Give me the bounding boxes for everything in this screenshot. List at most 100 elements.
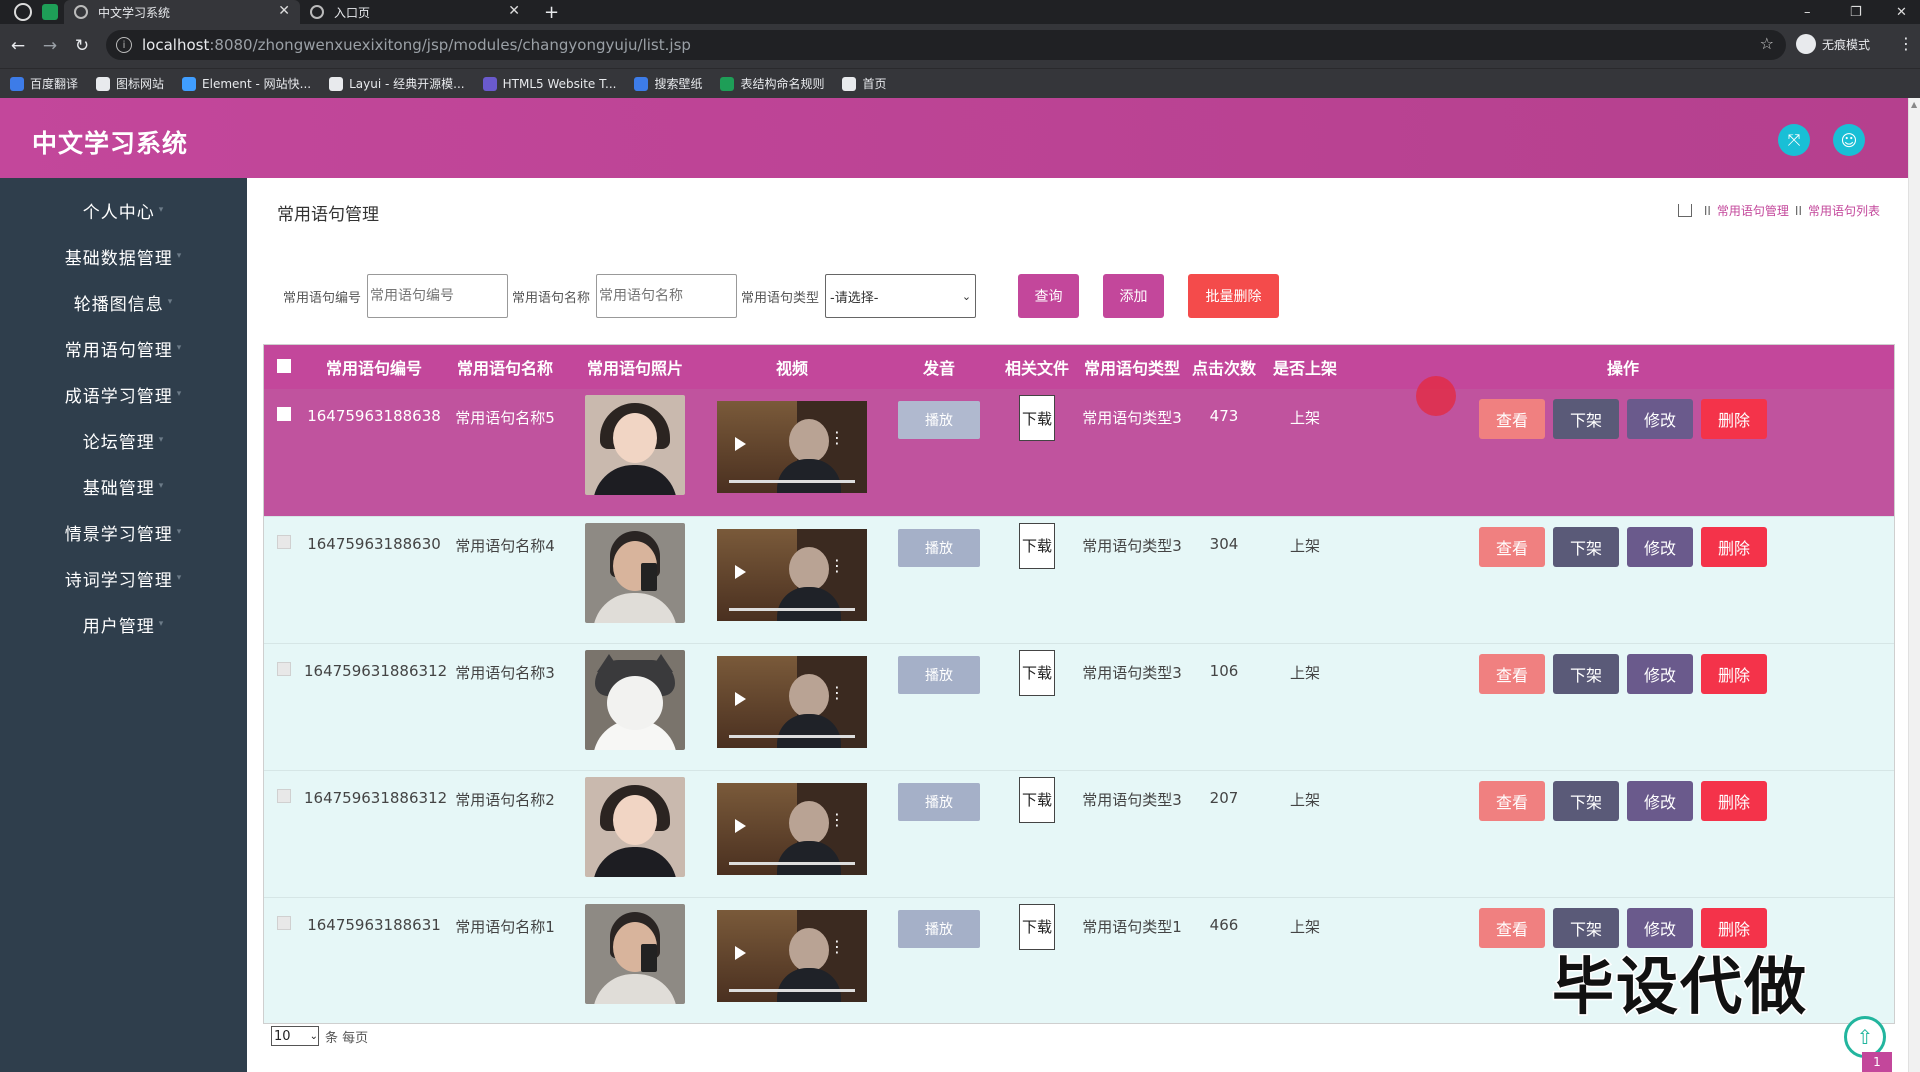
add-button[interactable]: 添加	[1103, 274, 1165, 318]
forward-button[interactable]: →	[34, 36, 66, 56]
photo-thumbnail[interactable]	[585, 522, 685, 623]
more-vertical-icon[interactable]: ⋮	[829, 938, 845, 954]
sidebar-item[interactable]: 常用语句管理 ▾	[0, 325, 247, 371]
view-button[interactable]: 查看	[1479, 780, 1545, 821]
sidebar-item[interactable]: 论坛管理 ▾	[0, 417, 247, 463]
batch-delete-button[interactable]: 批量删除	[1188, 274, 1280, 318]
breadcrumb-item[interactable]: 常用语句列表	[1808, 202, 1880, 219]
play-icon[interactable]	[735, 818, 746, 833]
view-button[interactable]: 查看	[1479, 399, 1545, 439]
table-row[interactable]: 164759631886312 常用语句名称2 ⋮ 播放 下载 常用语句类型3 207 上架 查…	[264, 770, 1894, 897]
video-player[interactable]: ⋮	[717, 655, 867, 748]
close-window-button[interactable]: ✕	[1896, 0, 1907, 24]
off-shelf-button[interactable]: 下架	[1553, 399, 1619, 439]
edit-button[interactable]: 修改	[1627, 780, 1693, 821]
download-button[interactable]: 下载	[1019, 522, 1055, 569]
incognito-indicator[interactable]: 无痕模式	[1796, 34, 1870, 54]
sidebar-item[interactable]: 个人中心 ▾	[0, 187, 247, 233]
bookmark-item[interactable]: 百度翻译	[10, 75, 78, 92]
current-page-number[interactable]: 1	[1862, 1052, 1892, 1072]
page-scrollbar[interactable]: ▲	[1908, 98, 1920, 1072]
bookmark-item[interactable]: 搜索壁纸	[634, 75, 702, 92]
play-audio-button[interactable]: 播放	[898, 782, 980, 821]
sidebar-item[interactable]: 基础数据管理 ▾	[0, 233, 247, 279]
query-button[interactable]: 查询	[1018, 274, 1080, 318]
play-icon[interactable]	[735, 691, 746, 706]
photo-thumbnail[interactable]	[585, 903, 685, 1004]
sidebar-item[interactable]: 成语学习管理 ▾	[0, 371, 247, 417]
play-audio-button[interactable]: 播放	[898, 655, 980, 694]
photo-thumbnail[interactable]	[585, 395, 685, 495]
photo-thumbnail[interactable]	[585, 649, 685, 750]
off-shelf-button[interactable]: 下架	[1553, 780, 1619, 821]
browser-tab[interactable]: 入口页 ✕	[300, 0, 530, 24]
row-checkbox[interactable]	[277, 788, 291, 803]
play-audio-button[interactable]: 播放	[898, 909, 980, 948]
tab-close-icon[interactable]: ✕	[278, 3, 290, 19]
edit-button[interactable]: 修改	[1627, 653, 1693, 694]
bookmark-item[interactable]: 图标网站	[96, 75, 164, 92]
sidebar-item[interactable]: 基础管理 ▾	[0, 463, 247, 509]
more-vertical-icon[interactable]: ⋮	[829, 557, 845, 573]
back-button[interactable]: ←	[2, 36, 34, 56]
download-button[interactable]: 下载	[1019, 776, 1055, 823]
user-icon[interactable]: ☺	[1833, 124, 1865, 156]
sidebar-item[interactable]: 诗词学习管理 ▾	[0, 555, 247, 601]
bookmark-item[interactable]: 表结构命名规则	[720, 75, 824, 92]
table-row[interactable]: 164759631886312 常用语句名称3 ⋮ 播放 下载 常用语句类型3 106 上架 查…	[264, 643, 1894, 770]
minimize-button[interactable]: –	[1804, 0, 1811, 24]
play-icon[interactable]	[735, 437, 746, 451]
download-button[interactable]: 下载	[1019, 395, 1055, 441]
delete-button[interactable]: 删除	[1701, 780, 1767, 821]
bookmark-item[interactable]: 首页	[842, 75, 887, 92]
view-button[interactable]: 查看	[1479, 907, 1545, 948]
row-checkbox[interactable]	[277, 407, 291, 421]
address-bar[interactable]: i localhost :8080/zhongwenxuexixitong/js…	[106, 30, 1786, 60]
browser-menu-icon[interactable]: ⋮	[1898, 34, 1914, 53]
breadcrumb-item[interactable]: 常用语句管理	[1717, 202, 1789, 219]
video-player[interactable]: ⋮	[717, 528, 867, 621]
bookmark-item[interactable]: Layui - 经典开源模...	[329, 75, 465, 92]
view-button[interactable]: 查看	[1479, 526, 1545, 567]
off-shelf-button[interactable]: 下架	[1553, 653, 1619, 694]
video-player[interactable]: ⋮	[717, 401, 867, 493]
sidebar-item[interactable]: 情景学习管理 ▾	[0, 509, 247, 555]
home-icon[interactable]	[1677, 204, 1692, 217]
more-vertical-icon[interactable]: ⋮	[829, 811, 845, 827]
play-icon[interactable]	[735, 945, 746, 960]
delete-button[interactable]: 删除	[1701, 399, 1767, 439]
row-checkbox[interactable]	[277, 534, 291, 549]
more-vertical-icon[interactable]: ⋮	[829, 684, 845, 700]
code-input[interactable]	[367, 274, 509, 318]
tab-close-icon[interactable]: ✕	[508, 3, 520, 19]
row-checkbox[interactable]	[277, 915, 291, 930]
download-button[interactable]: 下载	[1019, 903, 1055, 950]
play-audio-button[interactable]: 播放	[898, 401, 980, 439]
more-vertical-icon[interactable]: ⋮	[829, 430, 845, 446]
video-player[interactable]: ⋮	[717, 782, 867, 875]
browser-tab-active[interactable]: 中文学习系统 ✕	[64, 0, 300, 24]
bookmark-item[interactable]: HTML5 Website T...	[482, 76, 616, 91]
play-audio-button[interactable]: 播放	[898, 528, 980, 567]
video-player[interactable]: ⋮	[717, 909, 867, 1002]
fullscreen-icon[interactable]: ⤧	[1778, 124, 1810, 156]
download-button[interactable]: 下载	[1019, 649, 1055, 696]
delete-button[interactable]: 删除	[1701, 653, 1767, 694]
new-tab-button[interactable]: +	[544, 2, 559, 23]
table-row[interactable]: 16475963188630 常用语句名称4 ⋮ 播放 下载 常用语句类型3 304 上架 查看…	[264, 516, 1894, 643]
sidebar-item[interactable]: 用户管理 ▾	[0, 601, 247, 647]
table-row[interactable]: 16475963188638 常用语句名称5 ⋮ 播放 下载 常用语句类型3 473 上架 查看…	[264, 389, 1894, 516]
edit-button[interactable]: 修改	[1627, 526, 1693, 567]
name-input[interactable]	[596, 274, 738, 318]
edit-button[interactable]: 修改	[1627, 399, 1693, 439]
play-icon[interactable]	[735, 564, 746, 579]
off-shelf-button[interactable]: 下架	[1553, 526, 1619, 567]
reload-button[interactable]: ↻	[66, 36, 98, 56]
bookmark-star-icon[interactable]: ☆	[1760, 34, 1774, 53]
select-all-checkbox[interactable]	[277, 358, 291, 373]
page-size-select[interactable]: 10 ⌄	[271, 1026, 319, 1046]
sidebar-item[interactable]: 轮播图信息 ▾	[0, 279, 247, 325]
delete-button[interactable]: 删除	[1701, 526, 1767, 567]
view-button[interactable]: 查看	[1479, 653, 1545, 694]
maximize-button[interactable]: ❐	[1850, 0, 1862, 24]
